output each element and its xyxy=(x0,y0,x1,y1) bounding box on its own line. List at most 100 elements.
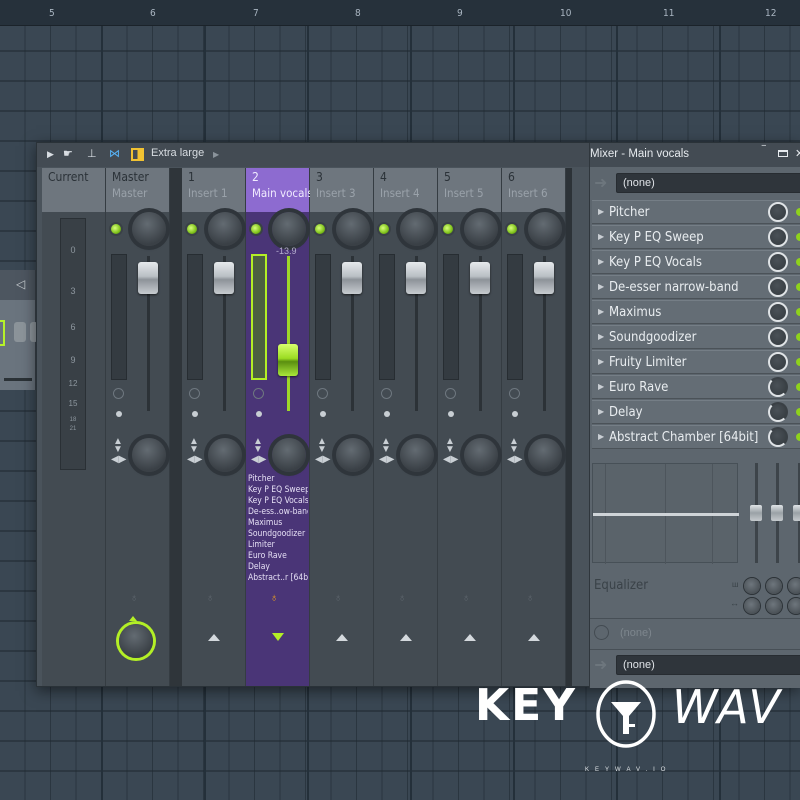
fx-slot-name[interactable]: Maximus xyxy=(248,518,308,529)
insert-strip[interactable]: 2 Main vocals ▲ ▼ ◀▶ ♁ -13.9 Pitcher Key P … xyxy=(246,168,313,686)
slot-menu-arrow-icon[interactable]: ▶ xyxy=(598,232,604,241)
minimize-icon[interactable]: ‾ xyxy=(762,145,766,157)
volume-fader[interactable] xyxy=(342,262,362,294)
volume-fader[interactable] xyxy=(534,262,554,294)
fx-slot[interactable]: ▶ Abstract Chamber [64bit] xyxy=(592,425,800,449)
channel-button[interactable] xyxy=(0,320,5,346)
route-up-arrow-icon[interactable] xyxy=(400,634,412,641)
route-down-arrow-icon[interactable] xyxy=(272,633,284,641)
slot-menu-arrow-icon[interactable]: ▶ xyxy=(598,357,604,366)
slot-enable-led[interactable] xyxy=(796,283,800,291)
eq-band-handle[interactable] xyxy=(750,505,762,521)
fx-slot[interactable]: ▶ Soundgoodizer xyxy=(592,325,800,349)
mix-level-knob[interactable] xyxy=(768,352,788,372)
strip-enable-led[interactable] xyxy=(187,224,197,234)
slot-enable-led[interactable] xyxy=(796,408,800,416)
timeline-ruler[interactable]: 5 6 7 8 9 10 11 12 xyxy=(0,0,800,26)
route-up-arrow-icon[interactable] xyxy=(129,616,137,621)
eq-graph[interactable] xyxy=(592,463,739,564)
mix-level-knob[interactable] xyxy=(768,227,788,247)
slot-menu-arrow-icon[interactable]: ▶ xyxy=(598,257,604,266)
fx-slot-label[interactable]: Key P EQ Vocals xyxy=(609,255,702,270)
eq-gain-knob[interactable] xyxy=(766,578,782,594)
strip-enable-led[interactable] xyxy=(379,224,389,234)
volume-fader-track[interactable] xyxy=(287,256,290,411)
fx-slot-name[interactable]: Delay xyxy=(248,562,308,573)
slot-menu-arrow-icon[interactable]: ▶ xyxy=(598,432,604,441)
volume-fader[interactable] xyxy=(214,262,234,294)
fx-slot-name[interactable]: Pitcher xyxy=(248,474,308,485)
stereo-separation-knob[interactable] xyxy=(208,438,242,472)
mix-level-knob[interactable] xyxy=(768,327,788,347)
insert-strip[interactable]: 1 Insert 1 ▲ ▼ ◀▶ ♁ xyxy=(182,168,246,686)
route-up-arrow-icon[interactable] xyxy=(464,634,476,641)
fx-slot-name[interactable]: De-ess..ow-band xyxy=(248,507,308,518)
fx-slot-label[interactable]: Pitcher xyxy=(609,205,649,220)
route-lamp-icon[interactable]: ♁ xyxy=(462,592,470,604)
mix-level-knob[interactable] xyxy=(768,377,788,397)
latency-value[interactable]: (none) xyxy=(620,627,652,639)
mix-level-knob[interactable] xyxy=(768,277,788,297)
volume-fader[interactable] xyxy=(278,344,298,376)
strip-header[interactable]: 5 Insert 5 xyxy=(438,168,501,212)
fx-slot-label[interactable]: Fruity Limiter xyxy=(609,355,686,370)
strip-header[interactable]: 2 Main vocals xyxy=(246,168,313,212)
slot-enable-led[interactable] xyxy=(796,258,800,266)
stereo-swap-icon[interactable]: ▲ ▼ xyxy=(509,437,519,455)
eq-width-knob[interactable] xyxy=(788,598,800,614)
fx-slot-label[interactable]: Soundgoodizer xyxy=(609,330,696,345)
fx-slot[interactable]: ▶ Delay xyxy=(592,400,800,424)
route-lamp-icon[interactable]: ♁ xyxy=(334,592,342,604)
strip-header[interactable]: 3 Insert 3 xyxy=(310,168,373,212)
stereo-swap-icon[interactable]: ▲ ▼ xyxy=(189,437,199,455)
input-select[interactable]: (none) xyxy=(616,173,800,193)
pan-knob[interactable] xyxy=(400,212,434,246)
slot-enable-led[interactable] xyxy=(796,433,800,441)
mix-level-knob[interactable] xyxy=(768,252,788,272)
strip-name[interactable]: Insert 3 xyxy=(316,186,356,200)
fx-slot-label[interactable]: Key P EQ Sweep xyxy=(609,230,704,245)
menu-arrow-icon[interactable]: ▶ xyxy=(47,149,54,160)
speaker-icon[interactable]: ◁ xyxy=(16,277,25,291)
slot-enable-led[interactable] xyxy=(796,308,800,316)
fx-slot-label[interactable]: Maximus xyxy=(609,305,661,320)
phase-invert-icon[interactable]: ◀▶ xyxy=(251,454,266,465)
stereo-separation-knob[interactable] xyxy=(400,438,434,472)
pin-icon[interactable]: ⊥ xyxy=(87,147,97,160)
strip-enable-led[interactable] xyxy=(251,224,261,234)
route-up-arrow-icon[interactable] xyxy=(528,634,540,641)
strip-name[interactable]: Main vocals xyxy=(252,186,313,200)
fx-slot-label[interactable]: Euro Rave xyxy=(609,380,668,395)
strip-name[interactable]: Insert 6 xyxy=(508,186,548,200)
eq-band-handle[interactable] xyxy=(771,505,783,521)
strip-enable-led[interactable] xyxy=(111,224,121,234)
slot-enable-led[interactable] xyxy=(796,383,800,391)
fx-slot-name[interactable]: Key P EQ Vocals xyxy=(248,496,308,507)
fx-slot[interactable]: ▶ Euro Rave xyxy=(592,375,800,399)
fx-slot-name[interactable]: Soundgoodizer xyxy=(248,529,308,540)
volume-fader[interactable] xyxy=(470,262,490,294)
stereo-separation-knob[interactable] xyxy=(272,438,306,472)
stereo-swap-icon[interactable]: ▲ ▼ xyxy=(113,437,123,455)
stereo-separation-knob[interactable] xyxy=(132,438,166,472)
slot-enable-led[interactable] xyxy=(796,233,800,241)
route-lamp-icon[interactable]: ♁ xyxy=(206,592,214,604)
strip-header[interactable]: Master Master xyxy=(106,168,169,212)
scrollbar[interactable] xyxy=(4,378,32,381)
eq-width-knob[interactable] xyxy=(766,598,782,614)
size-selector[interactable]: Extra large xyxy=(151,147,204,159)
fx-slot[interactable]: ▶ Maximus xyxy=(592,300,800,324)
slot-menu-arrow-icon[interactable]: ▶ xyxy=(598,407,604,416)
hand-pointer-icon[interactable]: ☛ xyxy=(63,147,73,160)
stereo-swap-icon[interactable]: ▲ ▼ xyxy=(445,437,455,455)
slot-enable-led[interactable] xyxy=(796,208,800,216)
insert-strip[interactable]: 4 Insert 4 ▲ ▼ ◀▶ ♁ xyxy=(374,168,438,686)
strip-name[interactable]: Insert 1 xyxy=(188,186,228,200)
link-icon[interactable]: ⋈ xyxy=(109,147,120,160)
pan-knob[interactable] xyxy=(528,212,562,246)
insert-strip[interactable]: 3 Insert 3 ▲ ▼ ◀▶ ♁ xyxy=(310,168,374,686)
route-lamp-icon[interactable]: ♁ xyxy=(526,592,534,604)
eq-band-handle[interactable] xyxy=(793,505,800,521)
pan-knob[interactable] xyxy=(208,212,242,246)
mix-level-knob[interactable] xyxy=(768,402,788,422)
